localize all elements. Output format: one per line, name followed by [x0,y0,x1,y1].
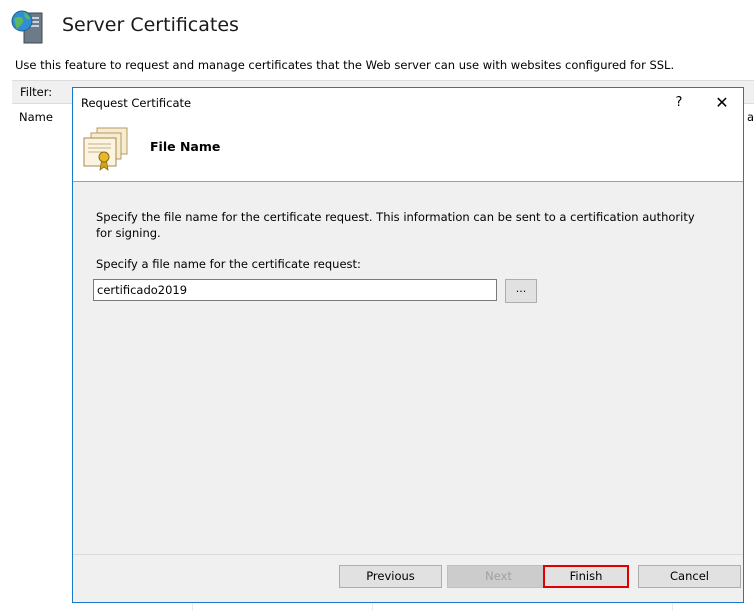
page-title: Server Certificates [62,14,239,36]
file-name-prompt: Specify a file name for the certificate … [96,257,361,271]
file-name-input[interactable] [93,279,497,301]
footer-separator [73,554,743,555]
cancel-button[interactable]: Cancel [638,565,741,588]
previous-button[interactable]: Previous [339,565,442,588]
browse-button[interactable]: ... [505,279,537,303]
header-title: File Name [150,139,221,154]
finish-button[interactable]: Finish [543,565,629,588]
request-certificate-dialog: Request Certificate ? ✕ File Name Specif… [72,87,744,603]
column-header-partial[interactable]: as [747,110,754,124]
dialog-titlebar: Request Certificate ? ✕ [73,88,743,118]
filter-label: Filter: [20,85,53,99]
certificate-icon [79,126,131,174]
close-button[interactable]: ✕ [707,90,737,116]
dialog-header-band: File Name [73,118,743,182]
next-button[interactable]: Next [447,565,550,588]
help-button[interactable]: ? [667,90,691,116]
dialog-description: Specify the file name for the certificat… [96,210,695,240]
page-icon [10,9,48,45]
column-header-name[interactable]: Name [19,110,53,124]
page-description: Use this feature to request and manage c… [15,58,675,72]
dialog-title: Request Certificate [81,96,192,110]
